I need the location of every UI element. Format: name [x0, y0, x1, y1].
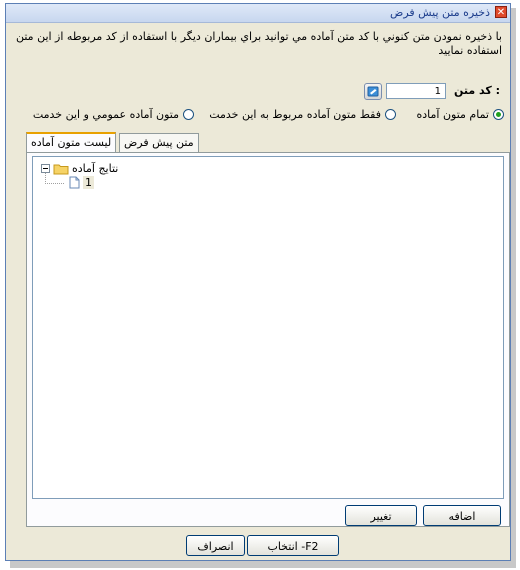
- code-lookup-button[interactable]: [364, 83, 382, 100]
- description-text: با ذخيره نمودن متن كنوني با كد متن آماده…: [15, 30, 502, 57]
- tree-child-row[interactable]: 1: [69, 176, 94, 189]
- title-bar: ✕ ذخيره متن پيش فرض: [6, 4, 510, 23]
- tree-root-label: نتايج آماده: [72, 162, 119, 175]
- tree-connector-line: [45, 173, 65, 184]
- document-icon: [69, 176, 80, 189]
- add-button[interactable]: اضافه: [423, 505, 501, 526]
- radio-all-texts-label: تمام متون آماده: [416, 108, 489, 121]
- radio-dot-selected[interactable]: [493, 109, 504, 120]
- radio-service-texts[interactable]: فقط متون آماده مربوط به اين خدمت: [209, 108, 396, 121]
- save-default-text-dialog: ✕ ذخيره متن پيش فرض با ذخيره نمودن متن ك…: [5, 3, 511, 561]
- note-pad-icon: [367, 86, 379, 97]
- collapse-icon[interactable]: [41, 164, 50, 173]
- radio-dot[interactable]: [183, 109, 194, 120]
- texts-tree[interactable]: نتايج آماده 1: [32, 156, 504, 499]
- code-input[interactable]: [386, 83, 446, 99]
- code-label: كد متن :: [453, 84, 500, 97]
- select-button[interactable]: F2- انتخاب: [247, 535, 339, 556]
- tree-child-label: 1: [83, 176, 94, 189]
- radio-general-texts-label: متون آماده عمومي و اين خدمت: [32, 108, 179, 121]
- window-title: ذخيره متن پيش فرض: [390, 6, 490, 19]
- filter-radio-group: تمام متون آماده فقط متون آماده مربوط به …: [10, 108, 506, 124]
- cancel-button[interactable]: انصراف: [186, 535, 245, 556]
- close-icon: ✕: [496, 7, 506, 18]
- close-button[interactable]: ✕: [495, 6, 507, 18]
- change-button[interactable]: تغيير: [345, 505, 417, 526]
- radio-dot[interactable]: [385, 109, 396, 120]
- radio-service-texts-label: فقط متون آماده مربوط به اين خدمت: [209, 108, 381, 121]
- tab-default-text[interactable]: متن پيش فرض: [119, 133, 199, 152]
- tab-ready-texts-list[interactable]: ليست متون آماده: [26, 132, 117, 152]
- tab-panel: نتايج آماده 1 اضافه تغيير: [26, 152, 510, 527]
- radio-all-texts[interactable]: تمام متون آماده: [416, 108, 504, 121]
- radio-general-texts[interactable]: متون آماده عمومي و اين خدمت: [33, 108, 194, 121]
